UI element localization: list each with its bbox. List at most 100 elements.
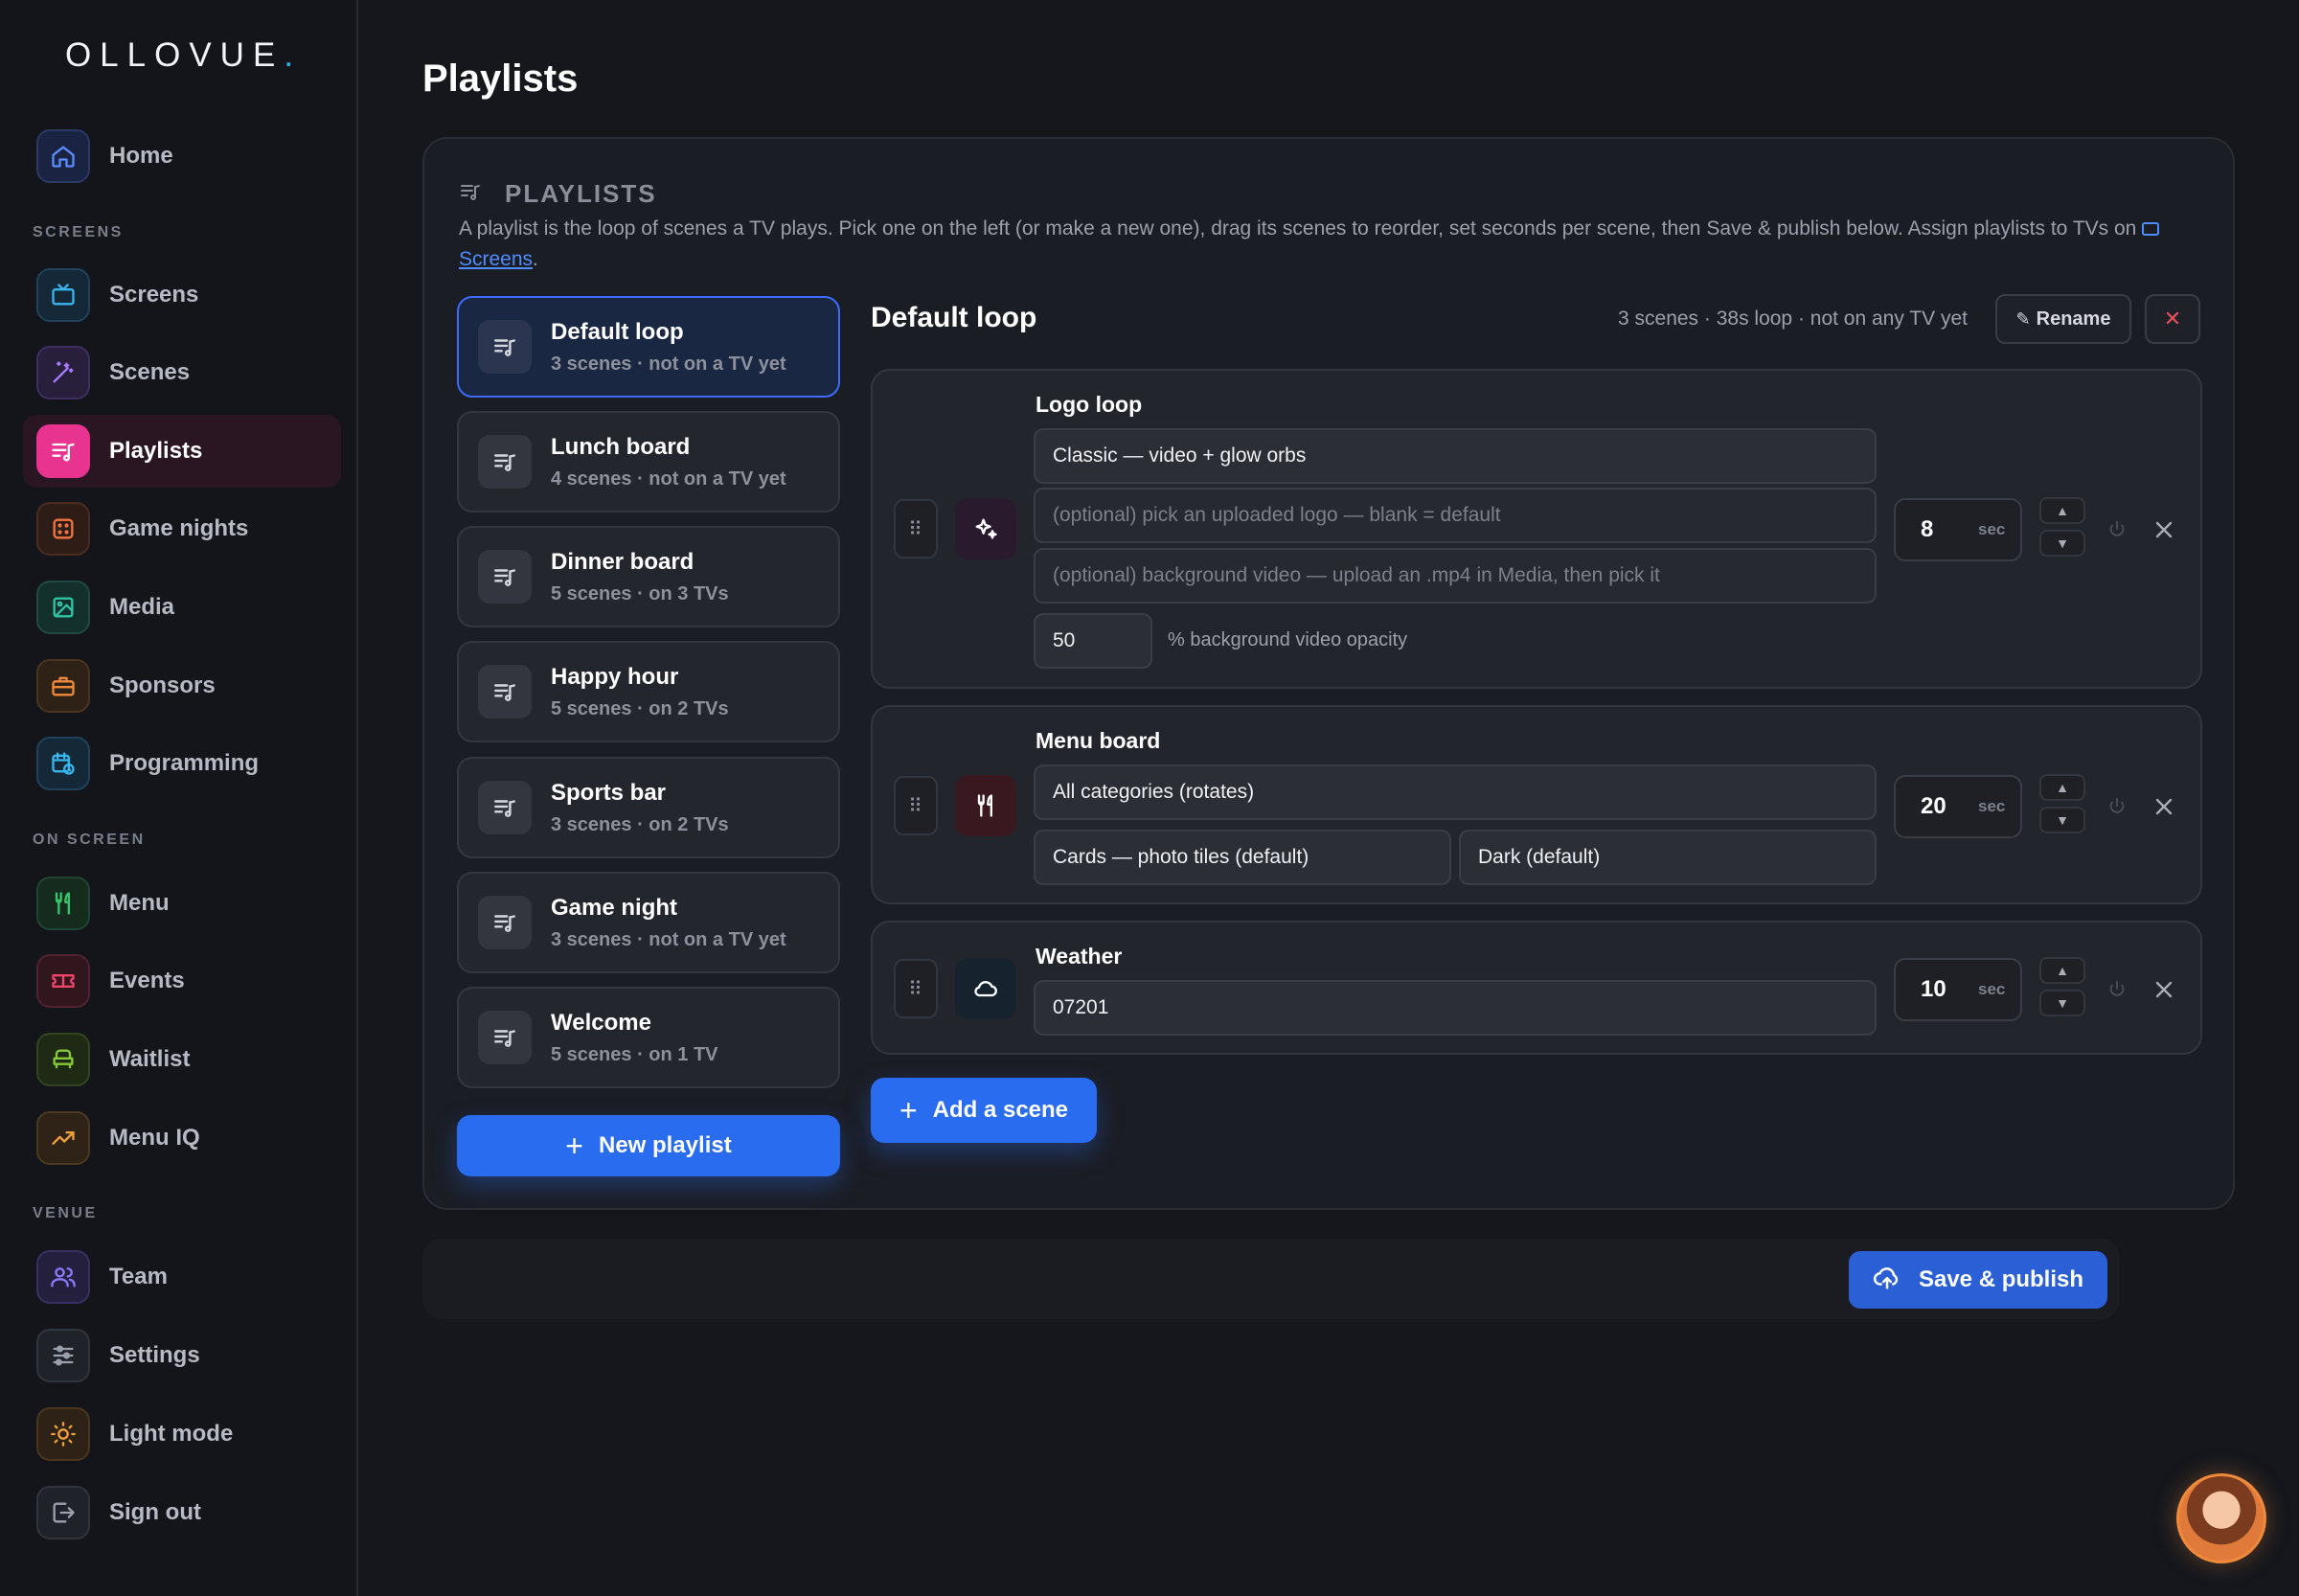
- sidebar-item-team[interactable]: Team: [23, 1241, 341, 1313]
- playlist-item-default-loop[interactable]: Default loop 3 scenes · not on a TV yet: [457, 296, 840, 398]
- playlist-name: Dinner board: [551, 548, 694, 575]
- log-out-icon: [36, 1486, 90, 1539]
- briefcase-icon: [36, 659, 90, 713]
- background-video-select[interactable]: (optional) background video — upload an …: [1034, 548, 1877, 604]
- sidebar-item-scenes[interactable]: Scenes: [23, 336, 341, 409]
- playlist-meta: 5 scenes · on 1 TV: [551, 1043, 718, 1065]
- playlist-icon: [478, 896, 532, 949]
- sidebar: OLLOVUE. Home SCREENS Screens Scenes Pla…: [0, 0, 358, 1596]
- sidebar-item-game-nights[interactable]: Game nights: [23, 492, 341, 565]
- zip-code-input[interactable]: 07201: [1034, 980, 1877, 1036]
- scene-name: Menu board: [1036, 728, 1161, 753]
- style-select[interactable]: Classic — video + glow orbs: [1034, 428, 1877, 484]
- sidebar-item-label: Events: [109, 968, 185, 993]
- screens-link[interactable]: Screens: [459, 248, 533, 270]
- opacity-label: % background video opacity: [1168, 629, 1408, 650]
- seconds-input[interactable]: 10 sec: [1894, 958, 2022, 1021]
- playlist-item-dinner-board[interactable]: Dinner board 5 scenes · on 3 TVs: [457, 526, 840, 627]
- sidebar-item-sponsors[interactable]: Sponsors: [23, 650, 341, 722]
- sidebar-item-label: Media: [109, 594, 175, 620]
- sidebar-item-light-mode[interactable]: Light mode: [23, 1398, 341, 1471]
- playlist-item-sports-bar[interactable]: Sports bar 3 scenes · on 2 TVs: [457, 757, 840, 858]
- move-down-button[interactable]: ▼: [2039, 990, 2085, 1016]
- scene-name: Logo loop: [1036, 392, 1143, 417]
- sidebar-item-media[interactable]: Media: [23, 571, 341, 644]
- reorder-controls: ▲ ▼: [2039, 774, 2085, 839]
- move-down-button[interactable]: ▼: [2039, 530, 2085, 557]
- power-icon[interactable]: [2106, 796, 2128, 817]
- scene-card-menu-board: ⠿ Menu board All categories (rotates) Ca…: [871, 705, 2202, 904]
- seconds-input[interactable]: 8 sec: [1894, 498, 2022, 561]
- theme-select[interactable]: Dark (default): [1459, 830, 1877, 885]
- move-up-button[interactable]: ▲: [2039, 497, 2085, 524]
- save-publish-button[interactable]: Save & publish: [1849, 1251, 2107, 1309]
- new-playlist-button[interactable]: + New playlist: [457, 1115, 840, 1176]
- layout-select[interactable]: Cards — photo tiles (default): [1034, 830, 1451, 885]
- sidebar-item-label: Programming: [109, 750, 260, 776]
- reorder-controls: ▲ ▼: [2039, 497, 2085, 562]
- playlists-panel: PLAYLISTS A playlist is the loop of scen…: [422, 137, 2235, 1210]
- sidebar-item-label: Sign out: [109, 1499, 201, 1525]
- remove-scene-button[interactable]: [2152, 795, 2175, 818]
- playlist-icon: [36, 424, 90, 478]
- drag-handle-icon[interactable]: ⠿: [894, 959, 938, 1018]
- power-icon[interactable]: [2106, 979, 2128, 1000]
- sidebar-item-home[interactable]: Home: [23, 120, 341, 193]
- sidebar-item-label: Home: [109, 143, 173, 169]
- drag-handle-icon[interactable]: ⠿: [894, 499, 938, 559]
- app-logo[interactable]: OLLOVUE.: [0, 36, 358, 75]
- drag-handle-icon[interactable]: ⠿: [894, 776, 938, 835]
- pencil-icon: ✎: [2015, 308, 2031, 329]
- sidebar-item-screens[interactable]: Screens: [23, 259, 341, 331]
- editor-title: Default loop: [871, 302, 1037, 333]
- playlist-item-game-night[interactable]: Game night 3 scenes · not on a TV yet: [457, 872, 840, 973]
- panel-title: PLAYLISTS: [505, 179, 657, 208]
- remove-scene-button[interactable]: [2152, 518, 2175, 541]
- trending-up-icon: [36, 1111, 90, 1165]
- playlist-item-happy-hour[interactable]: Happy hour 5 scenes · on 2 TVs: [457, 641, 840, 742]
- cloud-upload-icon: [1873, 1263, 1919, 1298]
- playlist-meta: 5 scenes · on 2 TVs: [551, 697, 729, 719]
- add-scene-button[interactable]: + Add a scene: [871, 1078, 1097, 1143]
- logo-select[interactable]: (optional) pick an uploaded logo — blank…: [1034, 488, 1877, 543]
- sidebar-item-label: Playlists: [109, 438, 203, 464]
- editor-meta: 3 scenes · 38s loop · not on any TV yet: [1618, 308, 1968, 330]
- sidebar-item-programming[interactable]: Programming: [23, 727, 341, 800]
- delete-playlist-button[interactable]: ✕: [2145, 294, 2200, 344]
- avatar[interactable]: [2176, 1473, 2266, 1563]
- sidebar-item-events[interactable]: Events: [23, 945, 341, 1017]
- home-icon: [36, 129, 90, 183]
- playlist-item-lunch-board[interactable]: Lunch board 4 scenes · not on a TV yet: [457, 411, 840, 513]
- plus-icon: +: [899, 1093, 918, 1128]
- section-label-screens: SCREENS: [33, 224, 124, 240]
- playlist-name: Welcome: [551, 1009, 651, 1036]
- sidebar-item-label: Waitlist: [109, 1046, 191, 1072]
- sidebar-item-settings[interactable]: Settings: [23, 1319, 341, 1392]
- category-select[interactable]: All categories (rotates): [1034, 764, 1877, 820]
- opacity-input[interactable]: 50: [1034, 613, 1152, 669]
- move-up-button[interactable]: ▲: [2039, 774, 2085, 801]
- playlist-item-welcome[interactable]: Welcome 5 scenes · on 1 TV: [457, 987, 840, 1088]
- image-icon: [36, 581, 90, 634]
- rename-button[interactable]: ✎ Rename: [1995, 294, 2131, 344]
- playlist-icon: [459, 180, 482, 208]
- playlist-meta: 5 scenes · on 3 TVs: [551, 582, 729, 604]
- sidebar-item-menu[interactable]: Menu: [23, 867, 341, 940]
- playlist-meta: 3 scenes · not on a TV yet: [551, 928, 786, 950]
- move-down-button[interactable]: ▼: [2039, 807, 2085, 833]
- sidebar-item-sign-out[interactable]: Sign out: [23, 1476, 341, 1549]
- sidebar-item-waitlist[interactable]: Waitlist: [23, 1023, 341, 1096]
- sidebar-item-menu-iq[interactable]: Menu IQ: [23, 1102, 341, 1174]
- tv-icon: [36, 268, 90, 322]
- playlist-meta: 3 scenes · on 2 TVs: [551, 813, 729, 835]
- move-up-button[interactable]: ▲: [2039, 957, 2085, 984]
- playlist-icon: [478, 1011, 532, 1064]
- playlist-icon: [478, 320, 532, 374]
- sidebar-item-playlists[interactable]: Playlists: [23, 415, 341, 488]
- remove-scene-button[interactable]: [2152, 978, 2175, 1001]
- playlist-meta: 3 scenes · not on a TV yet: [551, 353, 786, 375]
- sidebar-item-label: Light mode: [109, 1421, 234, 1447]
- seconds-input[interactable]: 20 sec: [1894, 775, 2022, 838]
- playlist-icon: [478, 435, 532, 489]
- power-icon[interactable]: [2106, 519, 2128, 540]
